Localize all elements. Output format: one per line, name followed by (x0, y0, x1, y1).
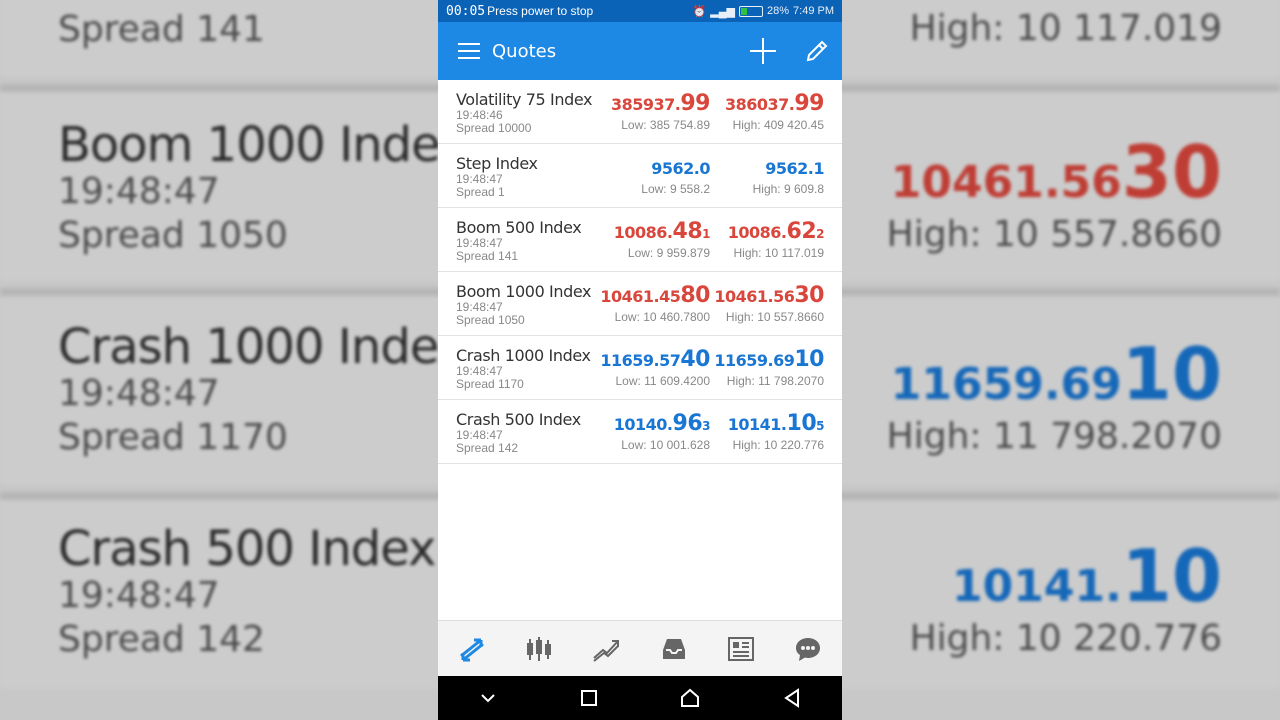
bottom-nav (438, 620, 842, 676)
back-button[interactable] (782, 688, 802, 708)
home-button[interactable] (679, 687, 701, 709)
quotes-icon[interactable] (456, 633, 488, 665)
recording-timer: 00:05 (446, 3, 486, 19)
ask-price: 10461.5630 High: 10 557.8660 (714, 283, 824, 325)
symbol-info: Crash 1000 Index 19:48:47 Spread 1170 (456, 346, 591, 391)
system-nav-bar (438, 676, 842, 720)
quote-row[interactable]: Crash 1000 Index 19:48:47 Spread 1170 11… (438, 336, 842, 400)
battery-percent: 28% (767, 5, 790, 17)
symbol-spread: Spread 1170 (456, 377, 524, 391)
low-value: Low: 385 754.89 (621, 118, 710, 132)
symbol-spread: Spread 141 (456, 249, 519, 263)
bid-price: 11659.5740 Low: 11 609.4200 (600, 347, 710, 389)
app-bar-actions (750, 38, 830, 64)
bid-price: 10140.963 Low: 10 001.628 (613, 411, 711, 453)
bid-price: 385937.99 Low: 385 754.89 (611, 91, 710, 133)
battery-icon (739, 5, 763, 17)
recents-button[interactable] (579, 688, 599, 708)
recording-hint: Press power to stop (487, 4, 594, 18)
app-bar: Quotes (438, 22, 842, 80)
symbol-name: Crash 500 Index (456, 410, 581, 429)
high-value: High: 10 557.8660 (725, 310, 824, 324)
phone-screen: 00:05 Press power to stop ⏰ ▂▄▆ 28% 7:49… (438, 0, 842, 720)
news-icon[interactable] (725, 633, 757, 665)
low-value: Low: 11 609.4200 (615, 374, 710, 388)
history-icon[interactable] (658, 633, 690, 665)
symbol-name: Step Index (456, 154, 538, 173)
ask-price: 9562.1 High: 9 609.8 (752, 159, 825, 196)
symbol-spread: Spread 10000 (456, 121, 532, 135)
quote-row[interactable]: Boom 1000 Index 19:48:47 Spread 1050 104… (438, 272, 842, 336)
symbol-info: Boom 1000 Index 19:48:47 Spread 1050 (456, 282, 591, 327)
clock: 7:49 PM (793, 5, 834, 17)
symbol-info: Step Index 19:48:47 Spread 1 (456, 154, 538, 199)
ask-price: 386037.99 High: 409 420.45 (725, 91, 824, 133)
high-value: High: 409 420.45 (732, 118, 824, 132)
messages-icon[interactable] (792, 633, 824, 665)
page-title: Quotes (492, 40, 557, 62)
high-value: High: 9 609.8 (752, 182, 824, 196)
signal-icon: ▂▄▆ (710, 5, 735, 18)
symbol-spread: Spread 142 (456, 441, 519, 455)
symbol-name: Volatility 75 Index (456, 90, 593, 109)
quote-row[interactable]: Crash 500 Index 19:48:47 Spread 142 1014… (438, 400, 842, 464)
low-value: Low: 10 460.7800 (614, 310, 710, 324)
high-value: High: 10 220.776 (732, 438, 824, 452)
symbol-spread: Spread 1050 (456, 313, 525, 327)
symbol-spread: Spread 1 (456, 185, 505, 199)
ask-price: 10141.105 High: 10 220.776 (727, 411, 825, 453)
chevron-down-icon[interactable] (478, 688, 498, 708)
ask-price: 11659.6910 High: 11 798.2070 (714, 347, 824, 389)
symbol-info: Boom 500 Index 19:48:47 Spread 141 (456, 218, 582, 263)
symbol-name: Boom 500 Index (456, 218, 582, 237)
alarm-icon: ⏰ (692, 5, 707, 18)
quotes-list: Volatility 75 Index 19:48:46 Spread 1000… (438, 80, 842, 464)
symbol-name: Boom 1000 Index (456, 282, 592, 301)
trade-icon[interactable] (590, 633, 622, 665)
symbol-info: Crash 500 Index 19:48:47 Spread 142 (456, 410, 581, 455)
add-symbol-button[interactable] (750, 38, 776, 64)
quote-row[interactable]: Boom 500 Index 19:48:47 Spread 141 10086… (438, 208, 842, 272)
menu-icon[interactable] (458, 43, 480, 59)
high-value: High: 10 117.019 (733, 246, 824, 260)
bid-price: 10461.4580 Low: 10 460.7800 (600, 283, 710, 325)
status-bar: 00:05 Press power to stop ⏰ ▂▄▆ 28% 7:49… (438, 0, 842, 22)
bid-price: 10086.481 Low: 9 959.879 (613, 219, 711, 261)
quote-row[interactable]: Volatility 75 Index 19:48:46 Spread 1000… (438, 80, 842, 144)
low-value: Low: 9 558.2 (641, 182, 710, 196)
symbol-info: Volatility 75 Index 19:48:46 Spread 1000… (456, 90, 592, 135)
status-right: ⏰ ▂▄▆ 28% 7:49 PM (693, 5, 834, 18)
chart-icon[interactable] (523, 633, 555, 665)
low-value: Low: 10 001.628 (621, 438, 710, 452)
low-value: Low: 9 959.879 (627, 246, 710, 260)
ask-price: 10086.622 High: 10 117.019 (727, 219, 825, 261)
symbol-name: Crash 1000 Index (456, 346, 591, 365)
edit-icon[interactable] (804, 38, 830, 64)
high-value: High: 11 798.2070 (726, 374, 824, 388)
quote-row[interactable]: Step Index 19:48:47 Spread 1 9562.0 Low:… (438, 144, 842, 208)
bid-price: 9562.0 Low: 9 558.2 (641, 159, 710, 196)
